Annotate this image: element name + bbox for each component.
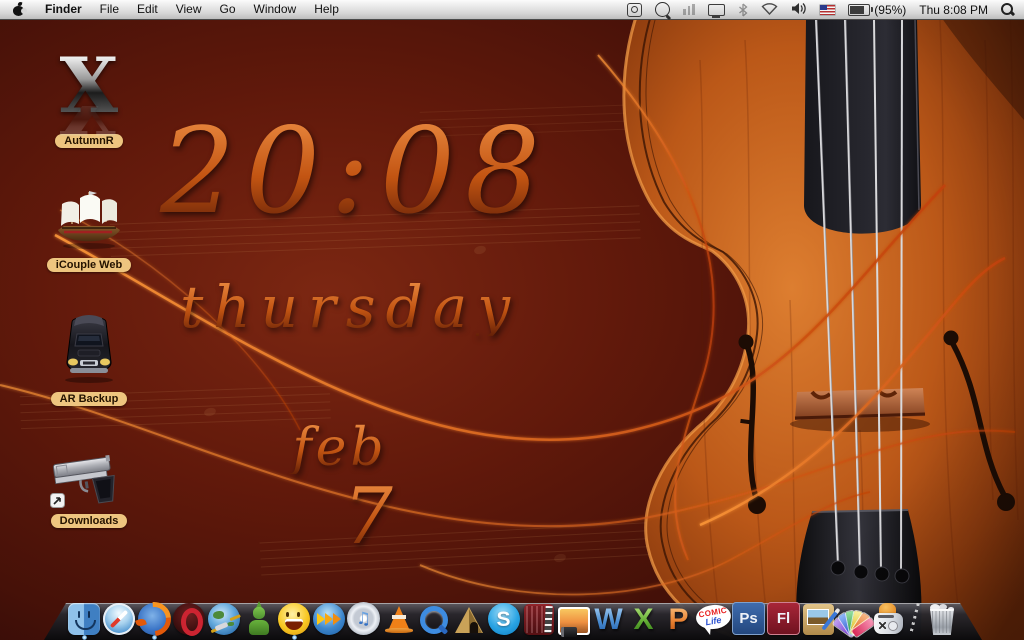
dock-finder[interactable]: [66, 597, 101, 635]
dock-image-editor[interactable]: [801, 597, 836, 635]
dock-itunes[interactable]: ♫: [346, 597, 381, 635]
menu-edit[interactable]: Edit: [137, 0, 158, 19]
spotlight-icon[interactable]: [1001, 3, 1014, 16]
dock-opera[interactable]: [171, 597, 206, 635]
bluetooth-icon[interactable]: [738, 3, 748, 17]
dock-safari[interactable]: [101, 597, 136, 635]
dock-trash[interactable]: [922, 597, 962, 635]
alias-arrow-badge: [50, 493, 65, 508]
menu-go[interactable]: Go: [220, 0, 236, 19]
quicksilver-icon[interactable]: [655, 2, 670, 17]
dock-powerpoint[interactable]: P: [661, 597, 696, 635]
osx-letter-x-icon: X X: [60, 52, 119, 140]
excel-x-glyph: X: [633, 605, 653, 635]
galleon-ship-icon: [52, 188, 126, 254]
dock-word[interactable]: W: [591, 597, 626, 635]
icon-label: AR Backup: [51, 392, 128, 406]
dock-flash[interactable]: Fl: [766, 597, 801, 635]
dock-speed-download[interactable]: [311, 597, 346, 635]
music-note-glyph: ♫: [356, 609, 371, 629]
desktop-screen: 20:08 thursday feb 7 X X AutumnR: [0, 0, 1024, 640]
battery-status[interactable]: (95%): [848, 3, 906, 17]
dock-iphoto[interactable]: [556, 597, 591, 635]
skype-s-glyph: S: [496, 609, 510, 630]
volume-icon[interactable]: [791, 2, 807, 18]
dock-toast[interactable]: [871, 597, 906, 635]
word-w-glyph: W: [594, 605, 622, 635]
us-flag-icon[interactable]: [820, 5, 835, 15]
desktop-icon-ar-backup[interactable]: AR Backup: [34, 312, 144, 406]
app-window-icon[interactable]: [627, 3, 642, 17]
icon-label: iCouple Web: [47, 258, 131, 272]
menu-help[interactable]: Help: [314, 0, 339, 19]
menubar-clock[interactable]: Thu 8:08 PM: [919, 3, 988, 17]
menu-window[interactable]: Window: [254, 0, 297, 19]
menu-bar: Finder File Edit View Go Window Help: [0, 0, 1024, 20]
meters-icon[interactable]: [683, 4, 695, 15]
violin-wallpaper: [0, 0, 1024, 640]
dock-photoshop[interactable]: Ps: [731, 597, 766, 635]
photoshop-ps-glyph: Ps: [739, 610, 757, 627]
dock-pyramid-app[interactable]: [451, 597, 486, 635]
dock-firefox[interactable]: [136, 597, 171, 635]
dock-separator: [906, 601, 922, 635]
desktop-icon-autumnr[interactable]: X X AutumnR: [34, 52, 144, 148]
dock-photo-booth[interactable]: [521, 597, 556, 635]
dock-yahoo-messenger[interactable]: [276, 597, 311, 635]
desktop-icon-icouple-web[interactable]: iCouple Web: [34, 188, 144, 272]
dock: ♫ S W X P COMIC Life Ps Fl: [0, 588, 1024, 640]
battery-icon: [848, 4, 870, 16]
menu-finder[interactable]: Finder: [45, 0, 82, 19]
dock-excel[interactable]: X: [626, 597, 661, 635]
flash-fl-glyph: Fl: [777, 610, 790, 627]
menu-file[interactable]: File: [100, 0, 119, 19]
dock-quicktime[interactable]: [416, 597, 451, 635]
powerpoint-p-glyph: P: [668, 605, 688, 635]
black-car-icon: [58, 312, 120, 388]
airport-icon[interactable]: [761, 2, 778, 18]
icon-label: Downloads: [51, 514, 128, 528]
dock-comic-life[interactable]: COMIC Life: [696, 597, 731, 635]
x-glyph-reflection: X: [60, 106, 119, 140]
apple-menu-icon[interactable]: [12, 3, 25, 16]
dock-web-globe[interactable]: [206, 597, 241, 635]
pistol-alias-icon: [50, 448, 128, 510]
battery-percent: (95%): [874, 3, 906, 17]
displays-icon[interactable]: [708, 4, 725, 16]
dock-vlc[interactable]: [381, 597, 416, 635]
desktop-icon-downloads[interactable]: Downloads: [34, 448, 144, 528]
comic-life-subtitle: Life: [705, 615, 722, 627]
menu-view[interactable]: View: [176, 0, 202, 19]
dock-color-swatches[interactable]: [836, 597, 871, 635]
dock-skype[interactable]: S: [486, 597, 521, 635]
dock-green-buddy[interactable]: [241, 597, 276, 635]
